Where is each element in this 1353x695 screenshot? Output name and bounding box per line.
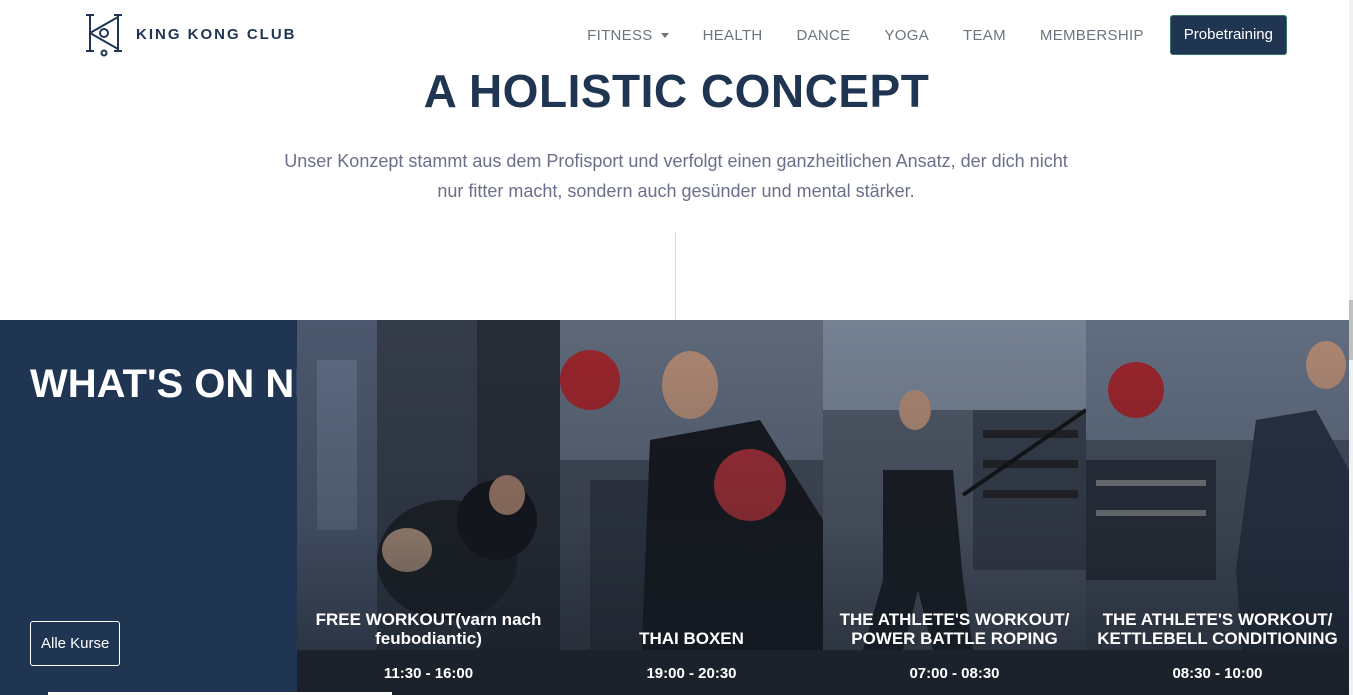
intro-text: Unser Konzept stammt aus dem Profisport … [284, 151, 1068, 201]
nav-item-team[interactable]: TEAM [963, 27, 1006, 44]
nav-item-fitness[interactable]: FITNESS [587, 26, 669, 44]
probetraining-button[interactable]: Probetraining [1169, 15, 1287, 55]
nav-item-yoga[interactable]: YOGA [884, 27, 929, 44]
all-courses-button[interactable]: Alle Kurse [30, 621, 121, 666]
nav-item-health[interactable]: HEALTH [703, 27, 763, 44]
divider-line [675, 232, 676, 320]
course-title: FREE WORKOUT(varn nach feubodiantic) [315, 610, 542, 648]
course-cards: FREE WORKOUT(varn nach feubodiantic) 11:… [297, 320, 1349, 695]
course-card[interactable]: THE ATHLETE'S WORKOUT/ KETTLEBELL CONDIT… [1086, 320, 1349, 695]
brand-name: KING KONG CLUB [136, 25, 297, 43]
course-title: THE ATHLETE'S WORKOUT/ POWER BATTLE ROPI… [839, 610, 1070, 648]
course-time: 08:30 - 10:00 [1172, 665, 1263, 682]
page-title: A HOLISTIC CONCEPT [423, 65, 930, 117]
king-kong-club-logo-icon [86, 14, 122, 57]
navbar: KING KONG CLUB FITNESS HEALTH DANCE YOGA… [0, 0, 1353, 70]
page-scrollbar[interactable] [1349, 0, 1353, 695]
caret-down-icon [660, 33, 669, 38]
nav-item-membership[interactable]: MEMBERSHIP [1040, 27, 1144, 44]
course-card[interactable]: THE ATHLETE'S WORKOUT/ POWER BATTLE ROPI… [823, 320, 1086, 695]
nav-item-label: FITNESS [587, 26, 653, 44]
course-card[interactable]: FREE WORKOUT(varn nach feubodiantic) 11:… [297, 320, 560, 695]
course-title: THAI BOXEN [639, 629, 744, 648]
nav-item-dance[interactable]: DANCE [796, 27, 850, 44]
scrollbar-thumb[interactable] [1349, 300, 1353, 360]
course-title: THE ATHLETE'S WORKOUT/ KETTLEBELL CONDIT… [1097, 610, 1338, 648]
course-card[interactable]: THAI BOXEN 19:00 - 20:30 [560, 320, 823, 695]
course-time: 07:00 - 08:30 [909, 665, 1000, 682]
course-time: 19:00 - 20:30 [646, 665, 737, 682]
course-time: 11:30 - 16:00 [383, 665, 474, 682]
whats-on-next-section: WHAT'S ON NEXT Alle Kurse FREE WORKOUT(v… [0, 320, 1349, 695]
brand[interactable]: KING KONG CLUB [82, 11, 297, 57]
main-nav: FITNESS HEALTH DANCE YOGA TEAM MEMBERSHI… [587, 15, 1287, 55]
